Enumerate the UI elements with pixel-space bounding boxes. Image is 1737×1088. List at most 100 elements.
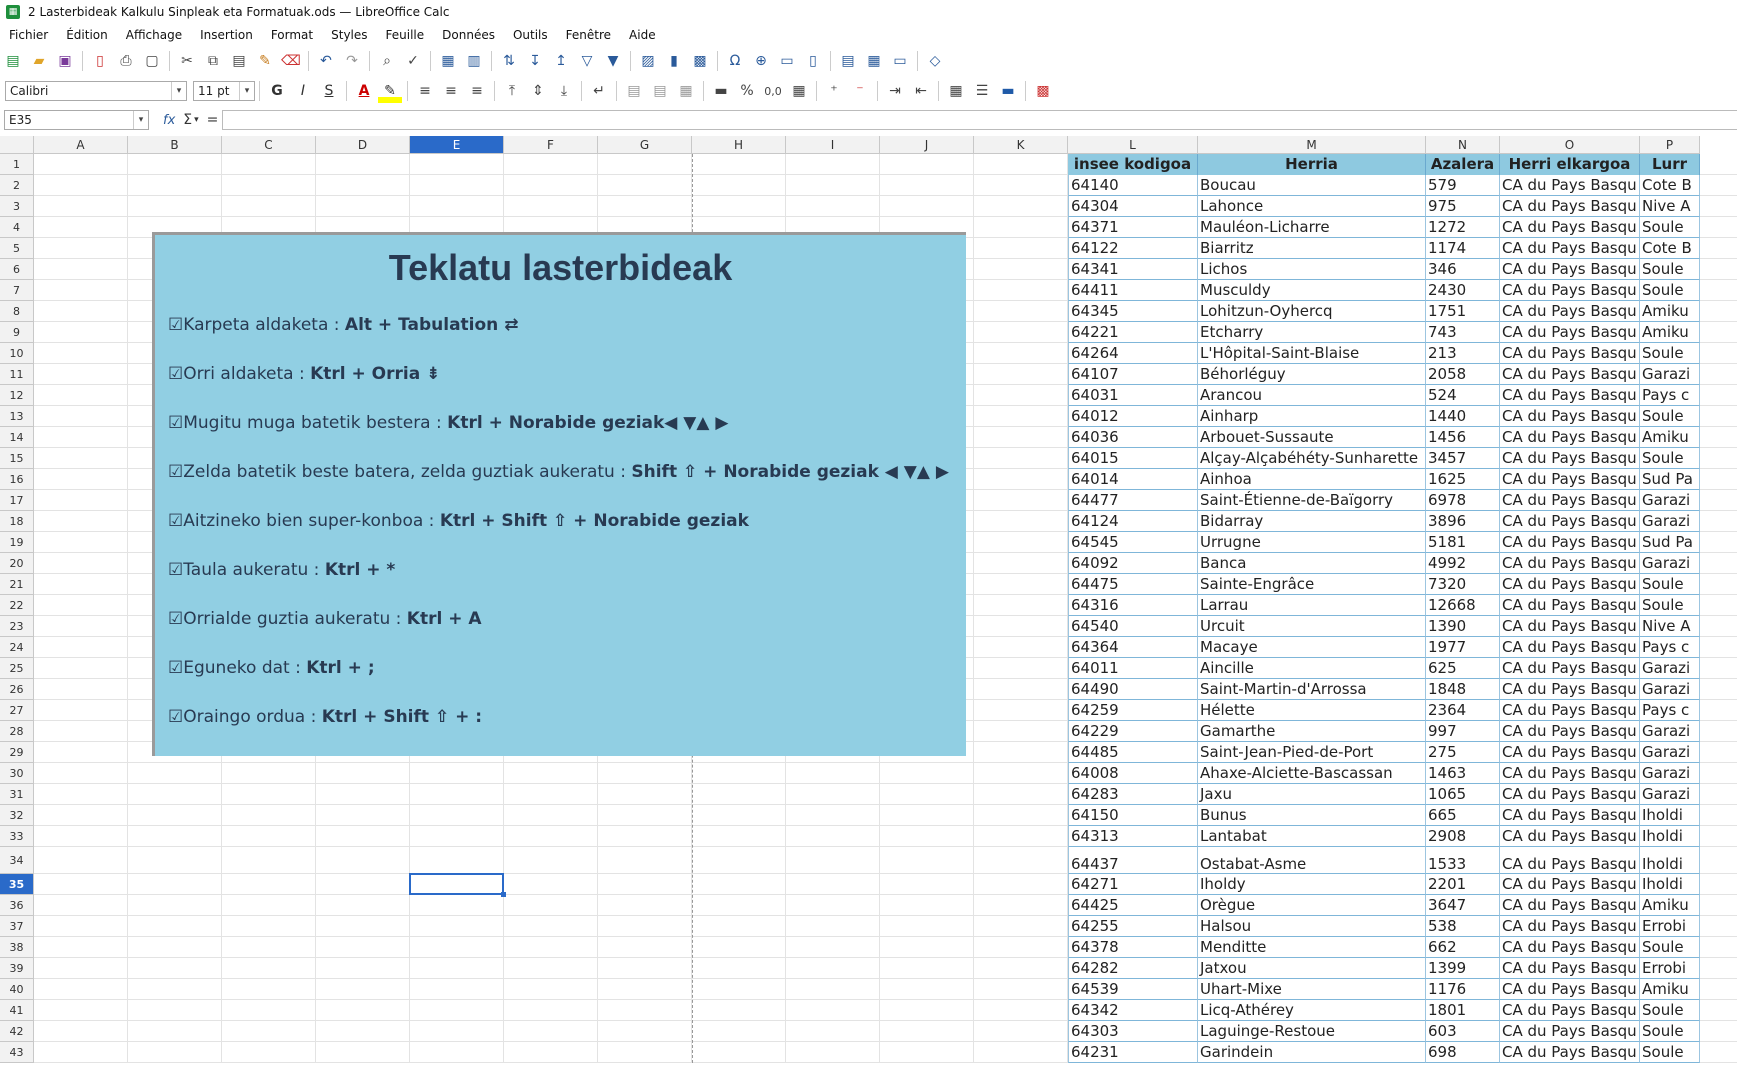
table-cell[interactable]: 2430 bbox=[1426, 280, 1500, 301]
table-cell[interactable]: Laguinge-Restoue bbox=[1198, 1021, 1426, 1042]
table-cell[interactable]: 64122 bbox=[1068, 238, 1198, 259]
table-cell[interactable]: Garazi bbox=[1640, 364, 1700, 385]
row-header[interactable]: 25 bbox=[0, 658, 34, 679]
table-cell[interactable]: 64011 bbox=[1068, 658, 1198, 679]
table-cell[interactable]: Amiku bbox=[1640, 979, 1700, 1000]
table-cell[interactable]: Biarritz bbox=[1198, 238, 1426, 259]
table-cell[interactable]: 64304 bbox=[1068, 196, 1198, 217]
table-cell[interactable]: CA du Pays Basqu bbox=[1500, 448, 1640, 469]
table-cell[interactable]: Amiku bbox=[1640, 427, 1700, 448]
table-cell[interactable]: Ainharp bbox=[1198, 406, 1426, 427]
clear-format-icon[interactable]: ⌫ bbox=[279, 49, 303, 73]
table-cell[interactable]: Soule bbox=[1640, 343, 1700, 364]
table-cell[interactable]: CA du Pays Basqu bbox=[1500, 406, 1640, 427]
column-header[interactable]: B bbox=[128, 136, 222, 154]
table-cell[interactable]: 1801 bbox=[1426, 1000, 1500, 1021]
column-header[interactable]: E bbox=[410, 136, 504, 154]
row-header[interactable]: 31 bbox=[0, 784, 34, 805]
table-cell[interactable]: 1625 bbox=[1426, 469, 1500, 490]
menu-item[interactable]: Édition bbox=[66, 28, 108, 42]
table-cell[interactable]: Halsou bbox=[1198, 916, 1426, 937]
align-top-icon[interactable]: ⤒ bbox=[500, 79, 524, 103]
row-header[interactable]: 27 bbox=[0, 700, 34, 721]
table-cell[interactable]: 64316 bbox=[1068, 595, 1198, 616]
table-cell[interactable]: 12668 bbox=[1426, 595, 1500, 616]
column-header[interactable]: M bbox=[1198, 136, 1426, 154]
table-cell[interactable]: CA du Pays Basqu bbox=[1500, 301, 1640, 322]
table-cell[interactable]: 64221 bbox=[1068, 322, 1198, 343]
menu-item[interactable]: Format bbox=[271, 28, 313, 42]
table-cell[interactable]: Soule bbox=[1640, 217, 1700, 238]
table-cell[interactable]: 64545 bbox=[1068, 532, 1198, 553]
cut-icon[interactable]: ✂ bbox=[175, 49, 199, 73]
table-cell[interactable]: Etcharry bbox=[1198, 322, 1426, 343]
table-cell[interactable]: CA du Pays Basqu bbox=[1500, 511, 1640, 532]
table-cell[interactable]: 1463 bbox=[1426, 763, 1500, 784]
table-cell[interactable]: CA du Pays Basqu bbox=[1500, 742, 1640, 763]
table-cell[interactable]: 64255 bbox=[1068, 916, 1198, 937]
row-header[interactable]: 40 bbox=[0, 979, 34, 1000]
table-cell[interactable]: Iholdi bbox=[1640, 847, 1700, 874]
table-cell[interactable]: 997 bbox=[1426, 721, 1500, 742]
sort-descending-icon[interactable]: ↥ bbox=[549, 49, 573, 73]
row-header[interactable]: 39 bbox=[0, 958, 34, 979]
align-left-icon[interactable]: ≡ bbox=[413, 79, 437, 103]
menu-item[interactable]: Outils bbox=[513, 28, 548, 42]
table-cell[interactable]: Garazi bbox=[1640, 742, 1700, 763]
row-header[interactable]: 42 bbox=[0, 1021, 34, 1042]
row-header[interactable]: 15 bbox=[0, 448, 34, 469]
table-cell[interactable]: Saint-Martin-d'Arrossa bbox=[1198, 679, 1426, 700]
table-cell[interactable]: 64540 bbox=[1068, 616, 1198, 637]
table-cell[interactable]: Lahonce bbox=[1198, 196, 1426, 217]
table-cell[interactable]: 1440 bbox=[1426, 406, 1500, 427]
table-cell[interactable]: 1176 bbox=[1426, 979, 1500, 1000]
row-header[interactable]: 22 bbox=[0, 595, 34, 616]
table-cell[interactable]: CA du Pays Basqu bbox=[1500, 595, 1640, 616]
table-cell[interactable]: Gamarthe bbox=[1198, 721, 1426, 742]
table-cell[interactable]: CA du Pays Basqu bbox=[1500, 469, 1640, 490]
table-cell[interactable]: Garazi bbox=[1640, 511, 1700, 532]
chevron-down-icon[interactable]: ▾ bbox=[239, 82, 254, 100]
table-cell[interactable]: Soule bbox=[1640, 1021, 1700, 1042]
table-cell[interactable]: CA du Pays Basqu bbox=[1500, 343, 1640, 364]
table-cell[interactable]: Soule bbox=[1640, 406, 1700, 427]
table-cell[interactable]: Aincille bbox=[1198, 658, 1426, 679]
table-cell[interactable]: Errobi bbox=[1640, 958, 1700, 979]
conditional-format-icon[interactable]: ▩ bbox=[1031, 79, 1055, 103]
table-cell[interactable]: 3457 bbox=[1426, 448, 1500, 469]
chevron-down-icon[interactable]: ▾ bbox=[171, 82, 186, 100]
row-header[interactable]: 33 bbox=[0, 826, 34, 847]
table-cell[interactable]: 5181 bbox=[1426, 532, 1500, 553]
fill-handle[interactable] bbox=[501, 892, 506, 897]
menu-item[interactable]: Affichage bbox=[126, 28, 182, 42]
name-box[interactable]: E35 ▾ bbox=[4, 110, 149, 130]
table-cell[interactable]: Sud Pa bbox=[1640, 532, 1700, 553]
hyperlink-icon[interactable]: ⊕ bbox=[749, 49, 773, 73]
table-cell[interactable]: 64477 bbox=[1068, 490, 1198, 511]
increase-indent-icon[interactable]: ⇥ bbox=[883, 79, 907, 103]
column-header[interactable]: F bbox=[504, 136, 598, 154]
table-cell[interactable]: Uhart-Mixe bbox=[1198, 979, 1426, 1000]
table-cell[interactable]: CA du Pays Basqu bbox=[1500, 385, 1640, 406]
table-cell[interactable]: Garazi bbox=[1640, 784, 1700, 805]
special-character-icon[interactable]: Ω bbox=[723, 49, 747, 73]
table-cell[interactable]: 7320 bbox=[1426, 574, 1500, 595]
insert-image-icon[interactable]: ▨ bbox=[636, 49, 660, 73]
table-cell[interactable]: CA du Pays Basqu bbox=[1500, 958, 1640, 979]
align-bottom-icon[interactable]: ⤓ bbox=[552, 79, 576, 103]
table-cell[interactable]: 579 bbox=[1426, 175, 1500, 196]
table-cell[interactable]: Banca bbox=[1198, 553, 1426, 574]
row-header[interactable]: 2 bbox=[0, 175, 34, 196]
table-cell[interactable]: 64282 bbox=[1068, 958, 1198, 979]
merge-cells-icon[interactable]: ▤ bbox=[622, 79, 646, 103]
table-cell[interactable]: Amiku bbox=[1640, 301, 1700, 322]
row-header[interactable]: 5 bbox=[0, 238, 34, 259]
table-cell[interactable]: Hélette bbox=[1198, 700, 1426, 721]
borders-icon[interactable]: ▦ bbox=[944, 79, 968, 103]
table-cell[interactable]: Mauléon-Licharre bbox=[1198, 217, 1426, 238]
table-cell[interactable]: 538 bbox=[1426, 916, 1500, 937]
row-header[interactable]: 38 bbox=[0, 937, 34, 958]
table-cell[interactable]: 64229 bbox=[1068, 721, 1198, 742]
table-cell[interactable]: 603 bbox=[1426, 1021, 1500, 1042]
table-cell[interactable]: 64092 bbox=[1068, 553, 1198, 574]
